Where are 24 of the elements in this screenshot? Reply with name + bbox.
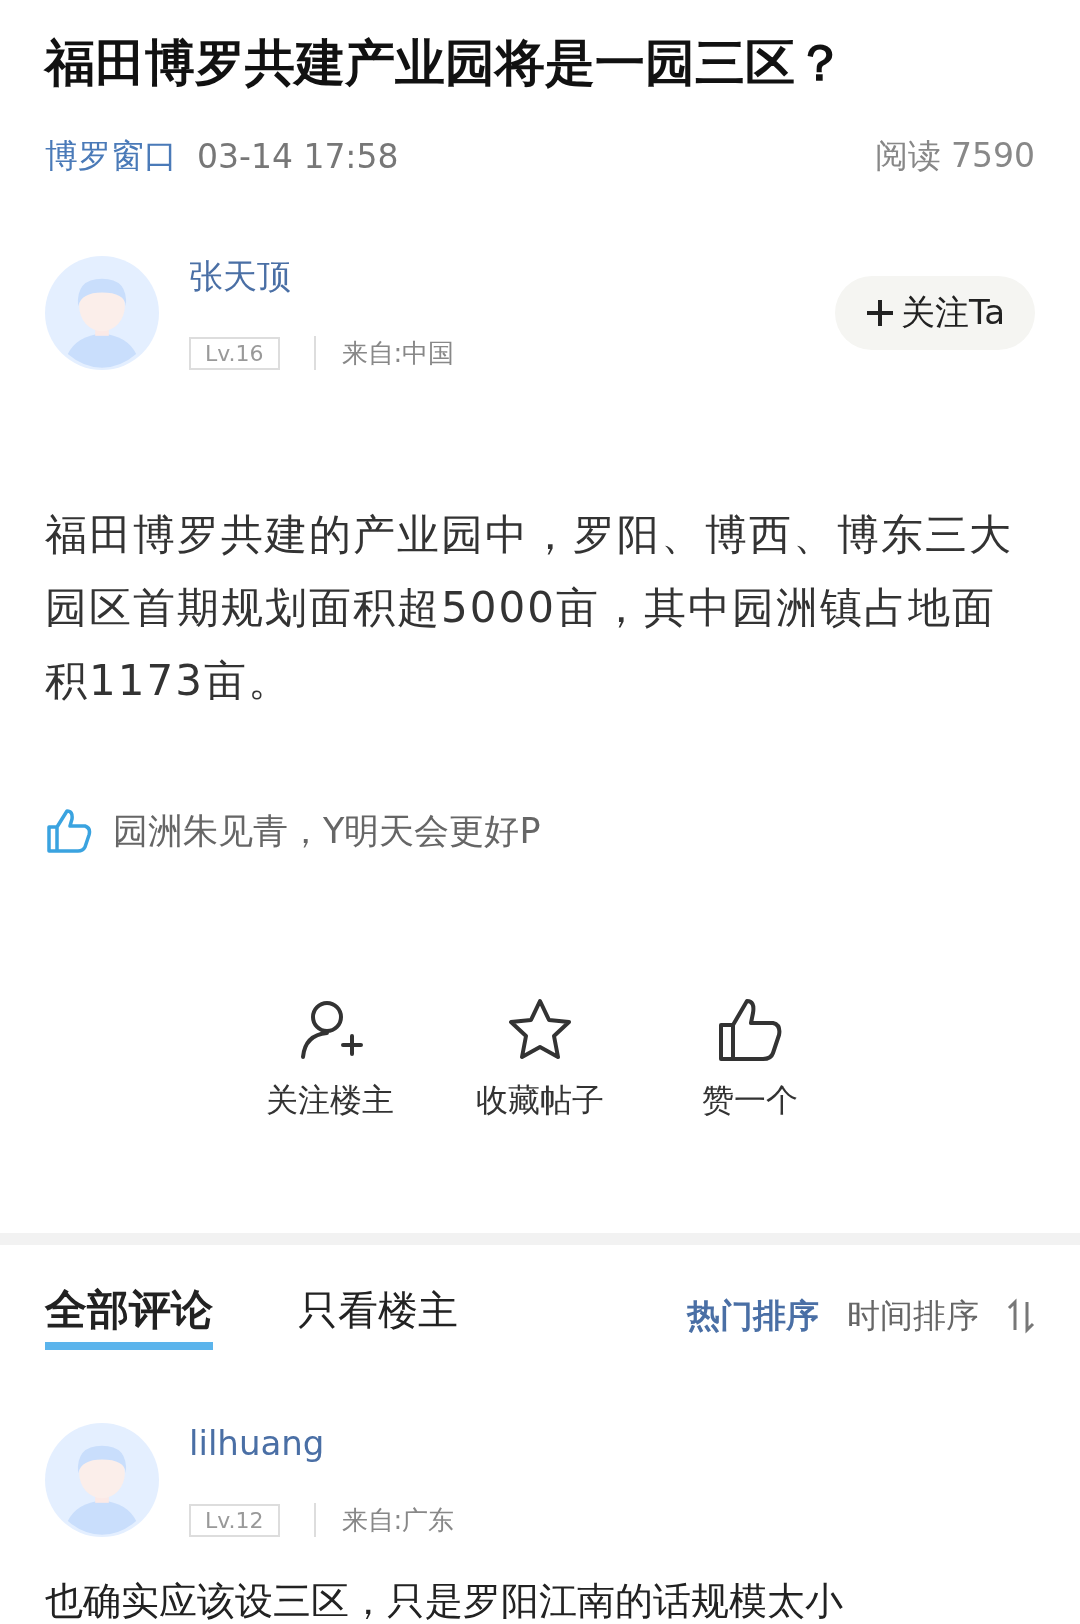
thumbs-up-icon (45, 807, 93, 855)
user-name[interactable]: lilhuang (189, 1422, 455, 1463)
action-button[interactable]: 关注楼主 (260, 995, 400, 1123)
comment-tab[interactable]: 只看楼主 (298, 1282, 458, 1350)
action-button[interactable]: 收藏帖子 (470, 995, 610, 1123)
comment-text: 也确实应该设三区，只是罗阳江南的话规模太小 (45, 1578, 844, 1624)
action-button[interactable]: 赞一个 (680, 995, 820, 1123)
plus-icon (865, 298, 895, 328)
comment-tab[interactable]: 全部评论 (45, 1282, 213, 1350)
location-text: 来自:中国 (341, 336, 455, 370)
post-body: 福田博罗共建的产业园中，罗阳、博西、博东三大园区首期规划面积超5000亩，其中园洲镇占地面积1173亩。 (45, 509, 1014, 707)
read-count: 阅读 7590 (874, 134, 1035, 177)
source-link[interactable]: 博罗窗口 (45, 133, 177, 179)
sort-option[interactable]: 时间排序 (847, 1293, 979, 1339)
post-title: 福田博罗共建产业园将是一园三区？ (45, 33, 846, 94)
level-badge: Lv.16 (189, 336, 280, 370)
level-badge: Lv.12 (189, 1503, 280, 1537)
location-text: 来自:广东 (341, 1503, 455, 1537)
sort-icon (1007, 1298, 1035, 1334)
liked-by-text: 园洲朱见青，Y明天会更好P (113, 809, 541, 853)
post-time: 03-14 17:58 (197, 136, 399, 176)
user-name[interactable]: 张天顶 (189, 255, 455, 296)
sort-option[interactable]: 热门排序 (687, 1293, 819, 1339)
follow-button[interactable]: 关注Ta (835, 276, 1035, 350)
